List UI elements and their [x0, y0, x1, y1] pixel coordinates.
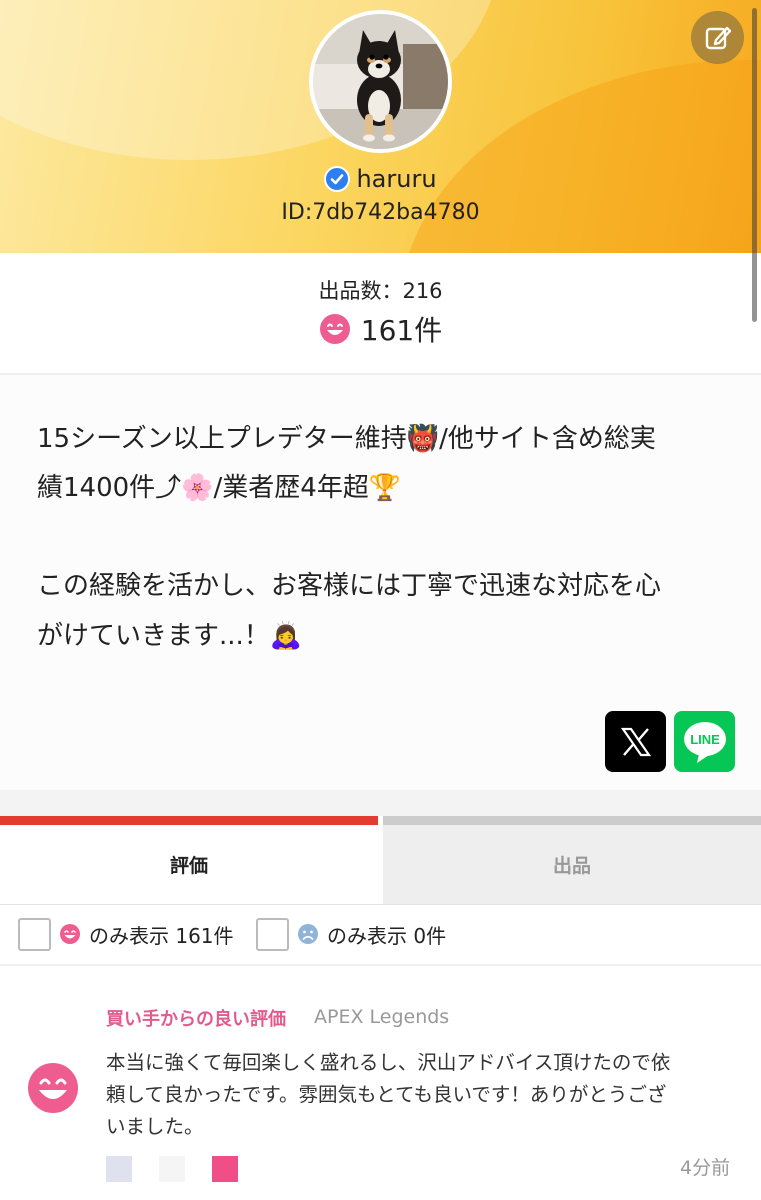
review-type: 買い手からの良い評価	[106, 1009, 286, 1030]
line-logo-icon: LINE	[683, 721, 726, 763]
rating-summary: 161件	[0, 309, 761, 349]
filter-good-only[interactable]: のみ表示 161件	[18, 915, 234, 953]
tab-label: 評価	[169, 855, 208, 877]
share-x-button[interactable]	[605, 711, 666, 772]
review-text: 頼して良かったです。雰囲気もとても良いです！ありがとうござ	[106, 1083, 667, 1106]
edit-icon	[705, 26, 731, 49]
filter-bad-only[interactable]: のみ表示 0件	[256, 915, 446, 953]
profile-stats: 出品数：216 161件	[0, 253, 761, 373]
review-time: 4分前	[680, 1157, 731, 1179]
smile-face-icon	[28, 1063, 78, 1113]
review-swatch	[212, 1156, 238, 1182]
tab-listings[interactable]: 出品	[383, 816, 761, 904]
avatar[interactable]	[309, 10, 452, 153]
filter-checkbox[interactable]	[18, 917, 51, 951]
review-swatch	[106, 1156, 132, 1182]
listing-count: 出品数：216	[318, 279, 443, 303]
smile-face-icon	[60, 924, 80, 944]
verified-badge-icon	[324, 166, 351, 192]
bio-line: 績1400件⤴︎🌸/業者歴4年超🏆	[37, 473, 402, 503]
rating-count: 161件	[360, 314, 443, 347]
edit-profile-button[interactable]	[691, 11, 744, 64]
x-logo-icon	[620, 727, 651, 756]
shiba-puppy-avatar	[313, 14, 448, 149]
divider	[0, 964, 761, 966]
bio-line: この経験を活かし、お客様には丁寧で迅速な対応を心	[37, 571, 662, 601]
sad-face-icon	[298, 924, 318, 944]
share-line-button[interactable]: LINE	[674, 711, 735, 772]
username: haruru	[356, 165, 437, 193]
review-swatch	[159, 1156, 185, 1182]
filter-checkbox[interactable]	[256, 917, 289, 951]
bio-line: がけていきます...！🙇‍♀️	[37, 621, 303, 651]
review-game[interactable]: APEX Legends	[314, 1006, 449, 1028]
divider	[0, 904, 761, 905]
tab-reviews[interactable]: 評価	[0, 816, 378, 904]
scrollbar[interactable]	[752, 8, 757, 322]
review-text: いました。	[106, 1115, 204, 1138]
username-row: haruru	[0, 162, 761, 196]
tab-label: 出品	[552, 855, 591, 877]
bio-line: 15シーズン以上プレデター維持👹/他サイト含め総実	[37, 424, 656, 454]
smile-face-icon	[319, 314, 350, 344]
section-gap	[0, 790, 761, 816]
filter-label: のみ表示 161件	[89, 923, 234, 948]
filter-label: のみ表示 0件	[327, 923, 447, 948]
review-rating-icon	[27, 1062, 79, 1118]
review-text: 本当に強くて毎回楽しく盛れるし、沢山アドバイス頂けたので依	[106, 1051, 671, 1074]
line-logo-label: LINE	[690, 732, 720, 747]
user-id: ID:7db742ba4780	[281, 200, 480, 225]
